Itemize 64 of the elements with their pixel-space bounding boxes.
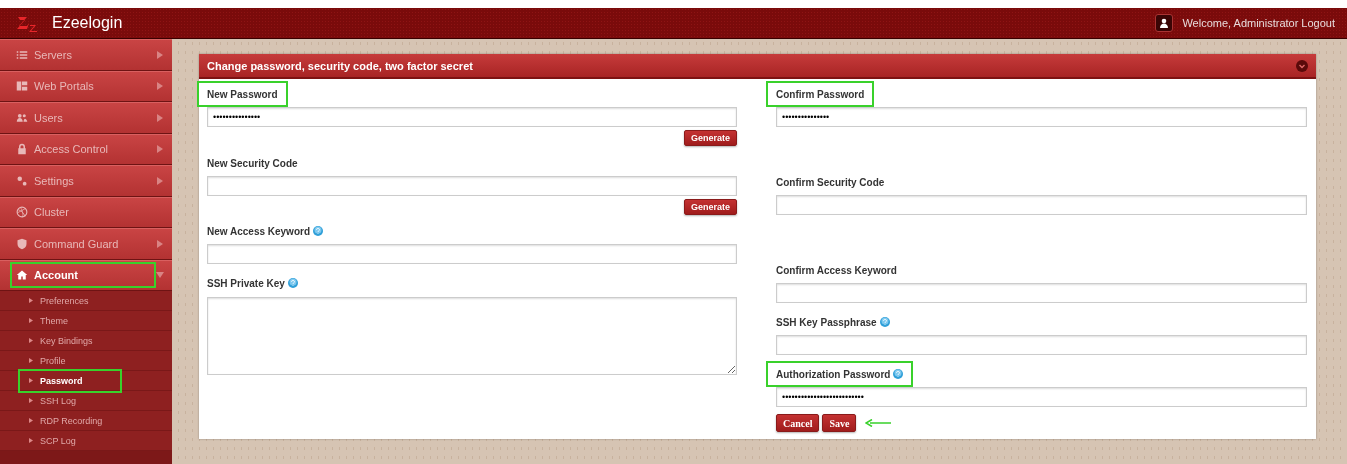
help-icon[interactable] (287, 278, 298, 288)
field-label: New Password (207, 88, 278, 100)
input-field[interactable] (207, 176, 737, 196)
field-label: Confirm Password (776, 88, 865, 100)
bullet-icon (29, 318, 33, 323)
app-title: Ezeelogin (52, 14, 123, 32)
input-field[interactable] (776, 195, 1307, 215)
input-field[interactable] (776, 283, 1307, 303)
submenu-item[interactable]: Theme (0, 311, 172, 331)
help-icon[interactable] (893, 369, 904, 379)
panel-header: Change password, security code, two factor secret (199, 54, 1316, 79)
home-icon (16, 269, 28, 282)
cancel-button[interactable]: Cancel (776, 414, 820, 432)
sidebar-item[interactable]: Access Control (0, 133, 172, 165)
panels-icon (16, 80, 28, 93)
bullet-icon (29, 298, 33, 303)
input-field[interactable] (207, 244, 737, 264)
help-icon[interactable] (313, 226, 323, 236)
lock-icon (16, 143, 28, 156)
help-icon[interactable] (879, 317, 890, 327)
list-icon (16, 48, 28, 61)
ball-icon (16, 206, 28, 219)
bullet-icon (29, 418, 33, 423)
bullet-icon (29, 338, 33, 343)
sidebar-item[interactable]: Web Portals (0, 70, 172, 102)
collapse-icon[interactable] (1296, 59, 1308, 72)
submenu-item[interactable]: SCP Log (0, 431, 172, 451)
sidebar-item[interactable]: Servers (0, 39, 172, 71)
submenu-item[interactable]: RDP Recording (0, 411, 172, 431)
shield-icon (16, 237, 28, 250)
gears-icon (16, 174, 28, 187)
logout-link[interactable]: Logout (1301, 17, 1335, 29)
bullet-icon (29, 358, 33, 363)
field-label: New Access Keyword (207, 225, 310, 237)
field-label: Confirm Security Code (776, 176, 885, 188)
submenu-item[interactable]: Preferences (0, 291, 172, 311)
text-area[interactable] (207, 297, 737, 375)
save-button[interactable]: Save (822, 414, 857, 432)
bullet-icon (29, 378, 33, 383)
submenu-item[interactable]: Profile (0, 351, 172, 371)
sidebar-item[interactable]: Users (0, 102, 172, 134)
generate-button[interactable]: Generate (683, 130, 737, 146)
bullet-icon (29, 398, 33, 403)
sidebar-item[interactable]: Settings (0, 165, 172, 197)
field-label: Confirm Access Keyword (776, 264, 897, 276)
bullet-icon (29, 438, 33, 443)
field-label: Authorization Password (776, 368, 891, 380)
generate-button[interactable]: Generate (683, 199, 737, 215)
submenu-item[interactable]: Key Bindings (0, 331, 172, 351)
submenu-item[interactable]: Password (0, 371, 172, 391)
welcome-text: Welcome, Administrator (1182, 17, 1299, 29)
input-field[interactable] (776, 335, 1307, 355)
field-label: New Security Code (207, 157, 298, 169)
field-label: SSH Private Key (207, 277, 285, 289)
input-field[interactable]: ••••••••••••••• (776, 107, 1307, 127)
users-icon (16, 111, 28, 124)
field-label: SSH Key Passphrase (776, 316, 877, 328)
sidebar-item[interactable]: Account (0, 259, 172, 291)
submenu-item[interactable]: SSH Log (0, 391, 172, 411)
sidebar-item[interactable]: Command Guard (0, 228, 172, 260)
input-field[interactable]: •••••••••••••••••••••••••• (776, 387, 1307, 407)
sidebar-item[interactable]: Cluster (0, 196, 172, 228)
input-field[interactable]: ••••••••••••••• (207, 107, 737, 127)
user-icon[interactable] (1155, 14, 1174, 32)
